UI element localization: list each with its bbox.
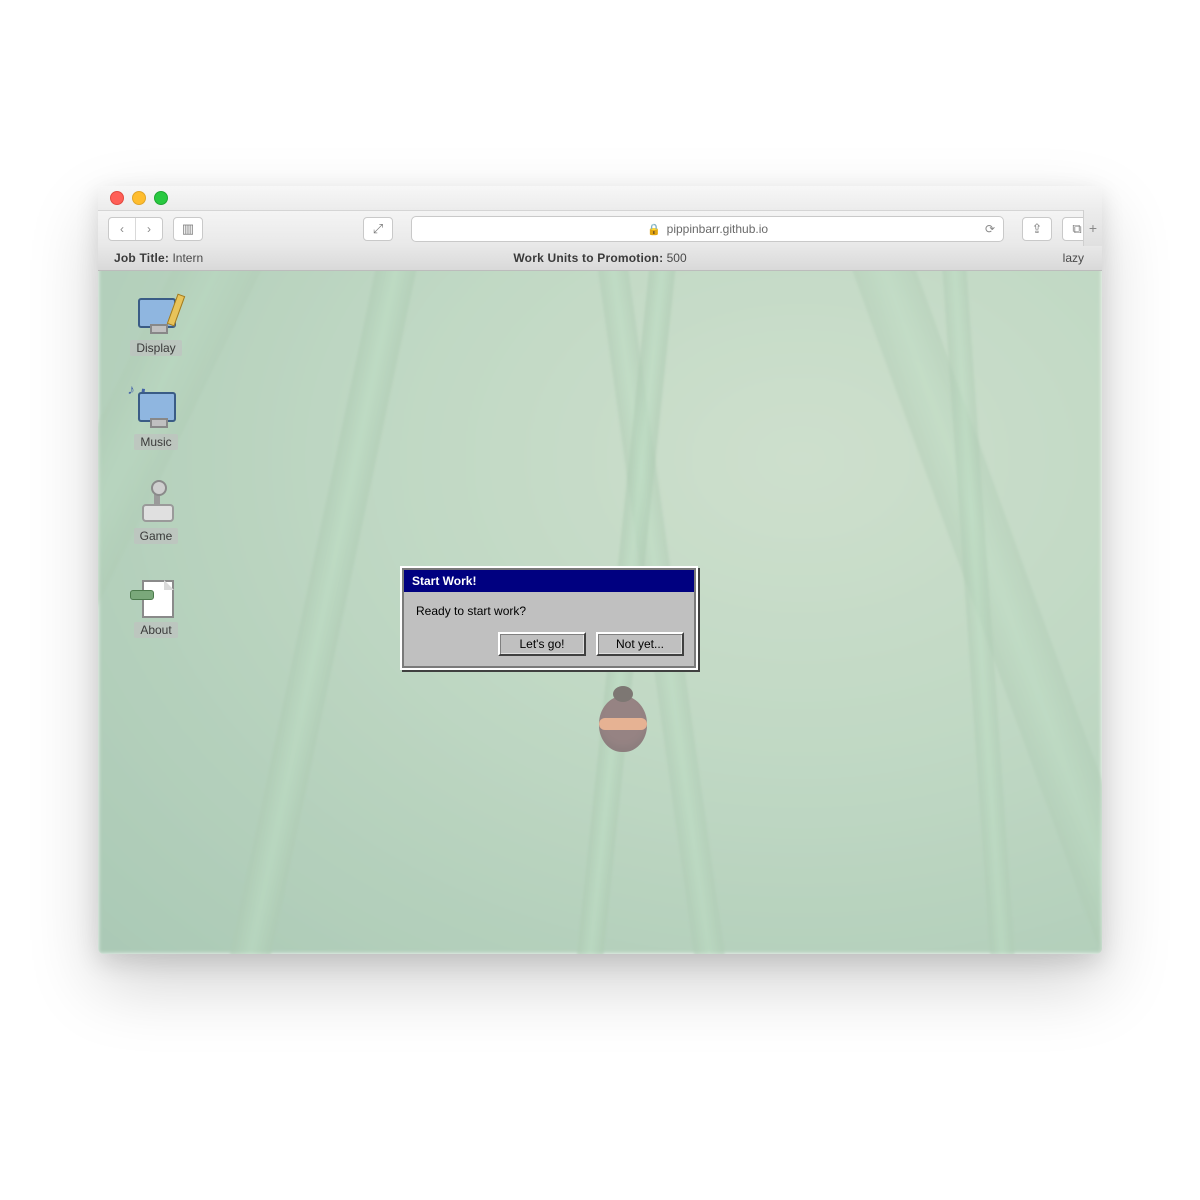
- music-monitor-icon: [136, 390, 176, 430]
- desktop-icon-game[interactable]: Game: [124, 484, 188, 544]
- reader-button[interactable]: ⤢: [363, 217, 393, 241]
- game-status-bar: Job Title: Intern Work Units to Promotio…: [98, 246, 1102, 271]
- share-icon: ⇪: [1032, 221, 1043, 237]
- dialog-message: Ready to start work?: [404, 592, 694, 628]
- work-units: Work Units to Promotion: 500: [98, 251, 1102, 265]
- address-bar-wrap: 🔒 pippinbarr.github.io ⟳: [403, 216, 1012, 242]
- lets-go-button[interactable]: Let's go!: [498, 632, 586, 656]
- address-text: pippinbarr.github.io: [667, 222, 768, 236]
- plus-icon: +: [1089, 220, 1097, 236]
- minimize-window-icon[interactable]: [132, 191, 146, 205]
- status-right-text: lazy: [1063, 251, 1102, 265]
- sidebar-button[interactable]: ▥: [173, 217, 203, 241]
- job-title-value: Intern: [172, 251, 203, 265]
- job-title-label: Job Title:: [114, 251, 169, 265]
- address-bar[interactable]: 🔒 pippinbarr.github.io ⟳: [411, 216, 1004, 242]
- titlebar: [98, 186, 1102, 211]
- safari-window: ‹ › ▥ ⤢ 🔒 pippinbarr.github.io ⟳ ⇪ ⧉ +: [98, 186, 1102, 954]
- chevron-right-icon: ›: [147, 222, 151, 236]
- desktop-icon-about[interactable]: About: [124, 578, 188, 638]
- back-button[interactable]: ‹: [109, 218, 135, 240]
- desktop-icon-display[interactable]: Display: [124, 296, 188, 356]
- zoom-window-icon[interactable]: [154, 191, 168, 205]
- close-window-icon[interactable]: [110, 191, 124, 205]
- start-work-dialog: Start Work! Ready to start work? Let's g…: [400, 566, 698, 670]
- tabs-icon: ⧉: [1072, 221, 1081, 237]
- browser-toolbar: ‹ › ▥ ⤢ 🔒 pippinbarr.github.io ⟳ ⇪ ⧉: [98, 211, 1102, 248]
- desktop-icon-label: About: [134, 622, 177, 638]
- document-icon: [136, 578, 176, 618]
- desktop-icon-label: Music: [134, 434, 177, 450]
- desktop-icon-label: Game: [134, 528, 179, 544]
- job-title: Job Title: Intern: [98, 251, 203, 265]
- joystick-icon: [136, 484, 176, 524]
- nav-back-forward: ‹ ›: [108, 217, 163, 241]
- reader-icon: ⤢: [373, 221, 383, 237]
- desktop-icons: Display Music Game About: [116, 296, 196, 638]
- work-units-value: 500: [667, 251, 687, 265]
- lock-icon: 🔒: [647, 223, 661, 236]
- desktop-icon-label: Display: [130, 340, 181, 356]
- dialog-title: Start Work!: [404, 570, 694, 592]
- work-units-label: Work Units to Promotion:: [513, 251, 663, 265]
- desktop-icon-music[interactable]: Music: [124, 390, 188, 450]
- page-viewport: Job Title: Intern Work Units to Promotio…: [98, 246, 1102, 954]
- dialog-buttons: Let's go! Not yet...: [404, 628, 694, 666]
- forward-button[interactable]: ›: [135, 218, 162, 240]
- sidebar-icon: ▥: [182, 221, 194, 237]
- share-button[interactable]: ⇪: [1022, 217, 1052, 241]
- not-yet-button[interactable]: Not yet...: [596, 632, 684, 656]
- chevron-left-icon: ‹: [120, 222, 124, 236]
- reload-icon[interactable]: ⟳: [985, 222, 995, 236]
- monitor-icon: [136, 296, 176, 336]
- new-tab-button[interactable]: +: [1083, 210, 1102, 246]
